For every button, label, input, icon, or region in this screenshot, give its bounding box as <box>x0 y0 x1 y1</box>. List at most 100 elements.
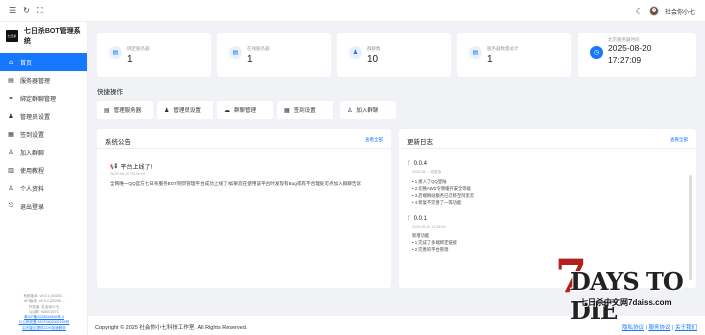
sidebar-item-join[interactable]: ♙ 加入群聊 <box>0 143 87 161</box>
admin-icon: ♟ <box>164 106 170 114</box>
quick-button-admin[interactable]: ♟ 管理员设置 <box>157 101 213 119</box>
sidebar-item-server[interactable]: ▤ 服务器管理 <box>0 71 87 89</box>
sidebar-menu: ⌂ 首页 ▤ 服务器管理 ⚭ 绑定群聊管理 ♟ 管理员设置 ▦ 签到设置 ♙ 加入群聊 ▥ 使… <box>0 53 87 215</box>
stat-label: 群聊数 <box>367 46 381 51</box>
username[interactable]: 社会你小七 <box>665 7 695 16</box>
book-icon: ▥ <box>8 166 14 174</box>
divider <box>399 148 696 149</box>
changelog-subtitle: 新增功能 <box>412 233 430 238</box>
sidebar-item-label: 服务器管理 <box>20 78 51 85</box>
sidebar-item-label: 个人资料 <box>20 186 45 193</box>
logout-icon: ⎋ <box>8 202 14 209</box>
user-icon: ♙ <box>8 184 14 192</box>
changelog-item: 3.后端网站服务已迁移至阿里云 <box>407 192 684 199</box>
announcement-item-label: 平台上线了! <box>120 165 153 171</box>
sidebar-item-label: 退出登录 <box>20 204 45 211</box>
branch-icon: ᚴ <box>407 215 411 222</box>
changelog-item: 1.完成了多端绑定链接 <box>407 239 684 246</box>
sidebar-item-label: 绑定群聊管理 <box>20 96 57 103</box>
sidebar-item-profile[interactable]: ♙ 个人资料 <box>0 179 87 197</box>
chat-icon: ☁ <box>224 106 230 114</box>
sidebar-item-checkin[interactable]: ▦ 签到设置 <box>0 125 87 143</box>
server-icon: ▤ <box>8 76 14 84</box>
fullscreen-icon[interactable]: ⛶ <box>37 6 43 16</box>
sidebar-item-label: 加入群聊 <box>20 150 45 157</box>
megaphone-icon: 📢 <box>110 163 118 170</box>
cdn-link[interactable]: 由天翼云提供CDN加速服务 <box>0 326 88 331</box>
stat-label: 在线服务器 <box>247 46 270 51</box>
announcement-more-link[interactable]: 查看全部 <box>365 137 383 143</box>
changelog-item: 4.修复不完善了一等功能 <box>407 199 684 206</box>
stat-label: 绑定服务器 <box>127 46 150 51</box>
top-bar: ☰ ↻ ⛶ ☾ 社会你小七 <box>0 0 705 22</box>
copyright: Copyright © 2025 社会你小七科技工作室. All Rights … <box>95 325 248 331</box>
7dtd-watermark: 7 DAYS TO DIE 七日杀中文网7daiss.com <box>555 253 705 335</box>
announcement-item-title[interactable]: 📢 平台上线了! <box>110 162 152 171</box>
sidebar-item-label: 管理员设置 <box>20 114 51 121</box>
changelog-date: 2025-08-... 修复版 <box>412 170 442 174</box>
announcement-card: 系统公告 查看全部 📢 平台上线了! 2025-06-10 00:00:00 全网… <box>97 129 391 288</box>
calendar-icon: ▦ <box>8 130 14 138</box>
clock-icon: ◷ <box>590 46 603 59</box>
server-icon: ▤ <box>104 106 110 114</box>
sidebar-item-home[interactable]: ⌂ 首页 <box>0 53 87 71</box>
announcement-title: 系统公告 <box>105 139 131 146</box>
quick-button-label: 签到设置 <box>293 108 316 114</box>
quick-button-group[interactable]: ☁ 群聊管理 <box>217 101 273 119</box>
sidebar-item-label: 签到设置 <box>20 132 45 139</box>
join-icon: ♙ <box>8 148 14 156</box>
stat-card-server-total: ▤ 服务器数量总计 1 <box>457 33 571 77</box>
stat-value: 1 <box>127 54 133 65</box>
watermark-subtitle: 七日杀中文网7daiss.com <box>580 298 672 307</box>
sidebar-item-tutorial[interactable]: ▥ 使用教程 <box>0 161 87 179</box>
quick-button-join[interactable]: ♙ 加入群聊 <box>340 101 396 119</box>
quick-actions-title: 快捷操作 <box>97 89 123 96</box>
link-icon: ⚭ <box>8 94 14 102</box>
changelog-item: 2.切换AWS令牌缓存安全等级 <box>407 185 684 192</box>
changelog-item: 2.完善的平台管理 <box>407 246 684 253</box>
stat-card-time: ◷ 北京服务器时间 2025-08-20 17:27:09 <box>578 33 696 77</box>
sidebar: 七日杀 七日杀BOT管理系统 ⌂ 首页 ▤ 服务器管理 ⚭ 绑定群聊管理 ♟ 管理员设置… <box>0 22 88 335</box>
announcement-date: 2025-06-10 00:00:00 <box>110 172 146 176</box>
branch-icon: ᚴ <box>407 160 411 167</box>
logo: 七日杀 <box>6 30 18 42</box>
stat-card-bound-servers: ▤ 绑定服务器 1 <box>97 33 211 77</box>
stat-value: 1 <box>247 54 253 65</box>
server-total-icon: ▤ <box>469 46 482 59</box>
brand-title: 七日杀BOT管理系统 <box>23 28 81 45</box>
changelog-item: 1.接入了QQ登陆 <box>407 178 684 185</box>
changelog-title: 更新日志 <box>407 139 433 146</box>
online-server-icon: ▤ <box>229 46 242 59</box>
quick-button-checkin[interactable]: ▦ 签到设置 <box>277 101 333 119</box>
sidebar-item-label: 使用教程 <box>20 168 45 175</box>
server-icon: ▤ <box>109 46 122 59</box>
home-icon: ⌂ <box>9 58 13 66</box>
quick-button-manage-server[interactable]: ▤ 管理服务器 <box>97 101 153 119</box>
menu-toggle-icon[interactable]: ☰ <box>9 6 16 16</box>
changelog-version: ᚴ 0.0.1 <box>407 215 684 222</box>
version-label: 0.0.4 <box>413 160 427 167</box>
sidebar-item-admin[interactable]: ♟ 管理员设置 <box>0 107 87 125</box>
admin-icon: ♟ <box>8 112 14 120</box>
stat-value: 1 <box>487 54 493 65</box>
brand: 七日杀 七日杀BOT管理系统 <box>0 22 87 50</box>
sidebar-item-groups[interactable]: ⚭ 绑定群聊管理 <box>0 89 87 107</box>
sidebar-footer: 系统版本: v0.0.1 (20250... API版本: v0.0.4 (20… <box>0 294 88 331</box>
theme-toggle-icon[interactable]: ☾ <box>636 7 643 16</box>
watermark-title: DAYS TO DIE <box>570 267 684 325</box>
changelog-version: ᚴ 0.0.4 <box>407 160 684 167</box>
stat-card-groups: ♟ 群聊数 10 <box>337 33 451 77</box>
stat-value: 10 <box>367 54 379 65</box>
quick-button-label: 加入群聊 <box>356 108 379 114</box>
divider <box>97 148 391 149</box>
sidebar-item-label: 首页 <box>20 60 33 67</box>
changelog-more-link[interactable]: 查看全部 <box>670 137 688 143</box>
stat-label: 服务器数量总计 <box>487 46 519 51</box>
quick-button-label: 管理员设置 <box>173 108 201 114</box>
refresh-icon[interactable]: ↻ <box>23 6 30 16</box>
group-icon: ♟ <box>349 46 362 59</box>
calendar-icon: ▦ <box>284 106 290 114</box>
avatar[interactable] <box>648 6 659 16</box>
date-value: 2025-08-20 <box>608 43 652 53</box>
sidebar-item-logout[interactable]: ⎋ 退出登录 <box>0 197 87 215</box>
